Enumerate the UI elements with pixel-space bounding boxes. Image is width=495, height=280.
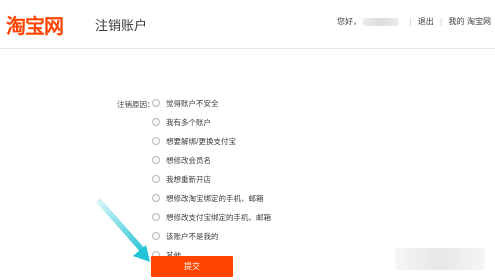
radio-button[interactable] (152, 99, 160, 107)
reason-option[interactable]: 想修改淘宝绑定的手机、邮箱 (152, 193, 271, 212)
reason-option-label: 想修改会员名 (166, 156, 211, 165)
reason-option[interactable]: 想修改会员名 (152, 155, 271, 174)
radio-button[interactable] (152, 137, 160, 145)
radio-button[interactable] (152, 156, 160, 164)
reason-option-label: 想要解绑/更换支付宝 (166, 137, 237, 146)
radio-button[interactable] (152, 175, 160, 183)
reason-option-label: 我有多个账户 (166, 118, 211, 127)
reason-option[interactable]: 想修改支付宝绑定的手机、邮箱 (152, 212, 271, 231)
link-divider: | (409, 17, 412, 26)
reason-option[interactable]: 该账户不是我的 (152, 231, 271, 250)
reason-option-label: 我想重新开店 (166, 175, 211, 184)
radio-button[interactable] (152, 213, 160, 221)
reason-option-label: 觉得账户不安全 (166, 99, 219, 108)
reason-option-label: 该账户不是我的 (166, 232, 219, 241)
greeting-text: 您好， (337, 17, 362, 26)
reason-option[interactable]: 觉得账户不安全 (152, 98, 271, 117)
top-links: 您好， | 退出 | 我的 淘宝网 (337, 16, 491, 27)
radio-button[interactable] (152, 194, 160, 202)
reason-option[interactable]: 想要解绑/更换支付宝 (152, 136, 271, 155)
radio-button[interactable] (152, 232, 160, 240)
radio-button[interactable] (152, 118, 160, 126)
watermark (395, 248, 485, 270)
reason-option[interactable]: 我想重新开店 (152, 174, 271, 193)
reason-label: 注销原因： (117, 100, 155, 109)
reason-options: 觉得账户不安全 我有多个账户 想要解绑/更换支付宝 想修改会员名 我想重新开店 … (152, 98, 271, 269)
reason-option-label: 想修改淘宝绑定的手机、邮箱 (166, 194, 264, 203)
masked-username (363, 17, 400, 26)
taobao-logo[interactable]: 淘宝网 (6, 10, 64, 39)
top-header: 淘宝网 注销账户 您好， | 退出 | 我的 淘宝网 (0, 0, 495, 49)
reason-option-label: 想修改支付宝绑定的手机、邮箱 (166, 213, 271, 222)
my-taobao-link[interactable]: 我的 淘宝网 (448, 16, 491, 27)
page-title: 注销账户 (95, 19, 148, 34)
submit-button[interactable]: 提交 (151, 256, 233, 277)
link-divider: | (439, 17, 443, 26)
reason-option[interactable]: 我有多个账户 (152, 117, 271, 136)
logout-link[interactable]: 退出 (418, 16, 434, 27)
